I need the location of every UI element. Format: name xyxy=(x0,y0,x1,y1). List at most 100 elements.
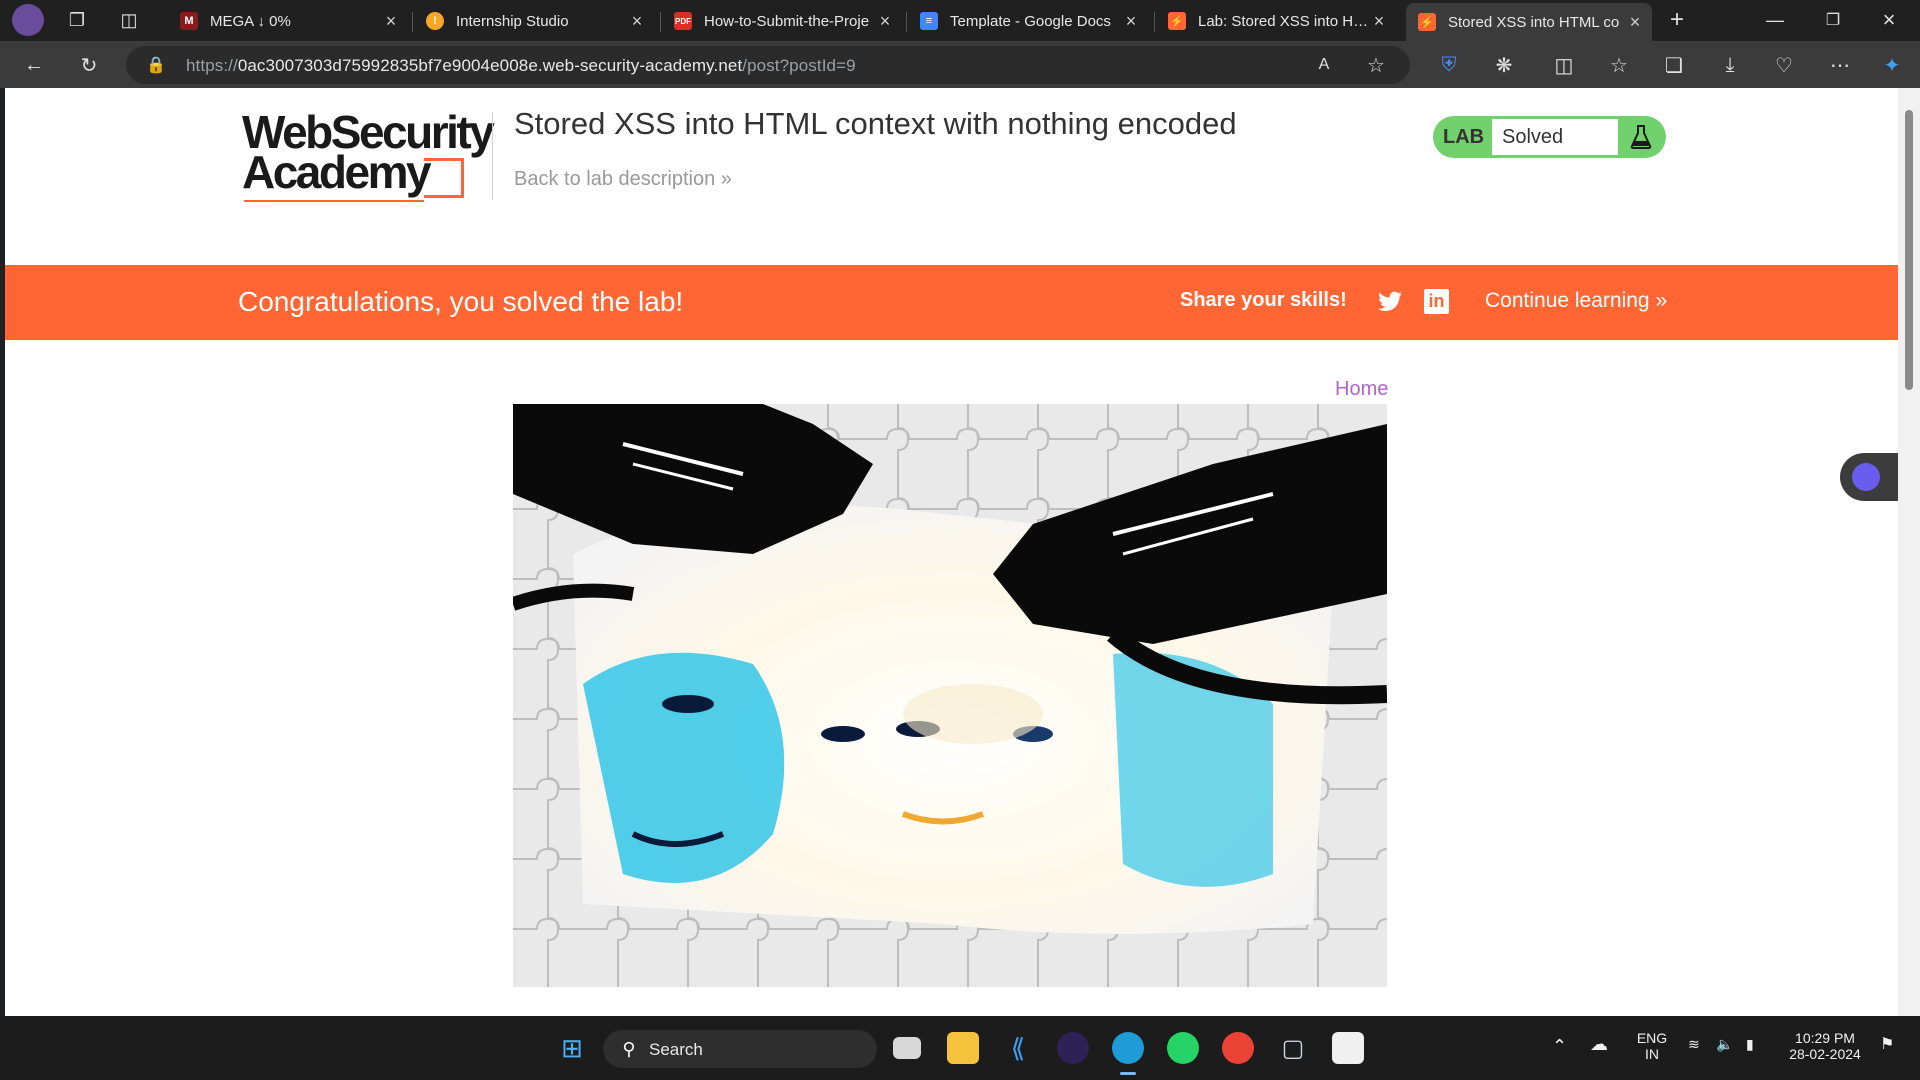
collections-icon[interactable]: ❏ xyxy=(1660,51,1688,79)
refresh-icon[interactable]: ↻ xyxy=(75,51,103,79)
logo-underline xyxy=(244,200,424,202)
search-icon: ⚲ xyxy=(622,1038,636,1059)
close-icon[interactable]: × xyxy=(382,11,400,32)
language-code: ENG xyxy=(1636,1030,1668,1046)
double-chevron-icon: » xyxy=(720,168,732,190)
vscode-icon[interactable]: ⟪ xyxy=(1002,1032,1034,1064)
home-link[interactable]: Home xyxy=(1335,378,1388,401)
favorite-star-icon[interactable]: ☆ xyxy=(1362,51,1390,79)
favorites-icon[interactable]: ☆ xyxy=(1605,51,1633,79)
logo-bolt-icon xyxy=(424,158,464,198)
tab-title: MEGA ↓ 0% xyxy=(210,12,291,30)
battery-icon[interactable]: ▮ xyxy=(1746,1036,1754,1053)
show-hidden-icons-chevron[interactable]: ⌃ xyxy=(1552,1036,1567,1057)
congratulations-message: Congratulations, you solved the lab! xyxy=(238,286,684,317)
scrollbar-thumb[interactable] xyxy=(1905,110,1913,390)
pdf-icon: PDF xyxy=(674,12,692,30)
double-chevron-icon: » xyxy=(1655,289,1668,312)
tab-divider xyxy=(1154,12,1155,32)
taskbar-search-label: Search xyxy=(649,1040,703,1059)
tab-title: Template - Google Docs xyxy=(950,12,1111,30)
tab-divider xyxy=(412,12,413,32)
split-screen-icon[interactable]: ◫ xyxy=(1550,51,1578,79)
close-window-icon[interactable]: × xyxy=(1866,6,1912,34)
tab-divider xyxy=(660,12,661,32)
tab-actions-icon[interactable]: ◫ xyxy=(106,6,152,34)
performance-icon[interactable]: ♡ xyxy=(1770,51,1798,79)
profile-avatar-icon[interactable] xyxy=(12,4,44,36)
lock-icon: 🔒 xyxy=(146,57,166,74)
browser-tab-strip: ❐ ◫ M MEGA ↓ 0% × ! Internship Studio × … xyxy=(0,0,1920,41)
shield-extension-icon[interactable]: ⛨ xyxy=(1435,51,1463,79)
tab-title: Lab: Stored XSS into HTM xyxy=(1198,12,1370,30)
tab-internship-studio[interactable]: ! Internship Studio × xyxy=(414,5,654,37)
volume-icon[interactable]: 🔈 xyxy=(1716,1036,1733,1053)
mega-icon: M xyxy=(180,12,198,30)
tab-google-docs[interactable]: ≡ Template - Google Docs × xyxy=(908,5,1148,37)
windows-start-icon[interactable]: ⊞ xyxy=(556,1032,588,1064)
continue-learning-link[interactable]: Continue learning » xyxy=(1485,289,1667,313)
restore-icon[interactable]: ❐ xyxy=(1810,6,1856,34)
edge-icon[interactable] xyxy=(1112,1032,1144,1064)
tab-title: Stored XSS into HTML co xyxy=(1448,13,1620,31)
copilot-icon[interactable]: ✦ xyxy=(1878,51,1906,79)
page-scrollbar[interactable] xyxy=(1898,88,1920,1016)
lab-title: Stored XSS into HTML context with nothin… xyxy=(514,106,1237,141)
clock[interactable]: 10:29 PM 28-02-2024 xyxy=(1780,1030,1870,1062)
file-explorer-icon[interactable] xyxy=(947,1032,979,1064)
chrome-icon[interactable] xyxy=(1222,1032,1254,1064)
header-divider xyxy=(492,112,493,200)
close-icon[interactable]: × xyxy=(1122,11,1140,32)
url-text[interactable]: https://0ac3007303d75992835bf7e9004e008e… xyxy=(186,56,856,76)
assistant-icon xyxy=(1852,463,1880,491)
close-icon[interactable]: × xyxy=(1626,12,1644,33)
downloads-icon[interactable]: ⤓ xyxy=(1716,51,1744,79)
back-arrow-icon[interactable]: ← xyxy=(20,51,48,79)
microsoft-store-icon[interactable] xyxy=(1332,1032,1364,1064)
virtualbox-icon[interactable]: ▢ xyxy=(1277,1032,1309,1064)
address-bar[interactable]: 🔒 https://0ac3007303d75992835bf7e9004e00… xyxy=(126,46,1410,84)
browser-toolbar: ← ↻ 🔒 https://0ac3007303d75992835bf7e900… xyxy=(0,41,1920,88)
back-to-lab-description-link[interactable]: Back to lab description » xyxy=(514,168,732,191)
onedrive-icon[interactable]: ☁ xyxy=(1590,1034,1608,1055)
task-view-icon[interactable] xyxy=(893,1037,921,1059)
clock-time: 10:29 PM xyxy=(1795,1030,1855,1046)
puzzle-faces-illustration xyxy=(513,404,1387,987)
tab-stored-xss-active[interactable]: ⚡ Stored XSS into HTML co × xyxy=(1406,3,1652,41)
new-tab-icon[interactable]: + xyxy=(1654,6,1700,34)
portswigger-icon: ⚡ xyxy=(1168,12,1186,30)
lab-label: LAB xyxy=(1443,126,1485,148)
whatsapp-icon[interactable] xyxy=(1167,1032,1199,1064)
taskbar-search[interactable]: ⚲ Search xyxy=(603,1030,877,1068)
web-security-academy-logo[interactable]: WebSecurity Academy xyxy=(242,109,495,202)
workspaces-icon[interactable]: ❐ xyxy=(54,6,100,34)
web-page: WebSecurity Academy Stored XSS into HTML… xyxy=(5,88,1898,1016)
minimize-icon[interactable]: — xyxy=(1752,6,1798,34)
back-link-label: Back to lab description xyxy=(514,168,716,190)
more-menu-icon[interactable]: ⋯ xyxy=(1826,51,1854,79)
tab-how-to-submit[interactable]: PDF How-to-Submit-the-Proje × xyxy=(662,5,902,37)
linkedin-icon[interactable]: in xyxy=(1424,289,1449,314)
internship-studio-icon: ! xyxy=(426,12,444,30)
eclipse-icon[interactable] xyxy=(1057,1032,1089,1064)
close-icon[interactable]: × xyxy=(876,11,894,32)
notification-bell-icon[interactable]: ⚑ xyxy=(1880,1034,1894,1054)
language-indicator[interactable]: ENG IN xyxy=(1632,1030,1672,1062)
extensions-icon[interactable]: ❋ xyxy=(1490,51,1518,79)
blog-post-image xyxy=(513,404,1387,987)
tab-lab-description[interactable]: ⚡ Lab: Stored XSS into HTM × xyxy=(1156,5,1396,37)
close-icon[interactable]: × xyxy=(628,11,646,32)
continue-learning-label: Continue learning xyxy=(1485,289,1650,312)
read-aloud-icon[interactable]: A xyxy=(1310,51,1338,79)
portswigger-icon: ⚡ xyxy=(1418,13,1436,31)
solved-banner: Congratulations, you solved the lab! Sha… xyxy=(5,265,1898,340)
share-skills-label: Share your skills! xyxy=(1180,289,1347,311)
tab-divider xyxy=(906,12,907,32)
twitter-icon[interactable] xyxy=(1377,289,1403,315)
side-assistant-widget[interactable] xyxy=(1840,453,1898,501)
tab-title: How-to-Submit-the-Proje xyxy=(704,12,870,30)
wifi-icon[interactable]: ≋ xyxy=(1688,1036,1700,1053)
tab-mega[interactable]: M MEGA ↓ 0% × xyxy=(168,5,408,37)
close-icon[interactable]: × xyxy=(1370,11,1388,32)
windows-taskbar: ⊞ ⚲ Search ⟪ ▢ ⌃ ☁ ENG IN ≋ 🔈 ▮ 10:29 PM… xyxy=(0,1016,1920,1080)
